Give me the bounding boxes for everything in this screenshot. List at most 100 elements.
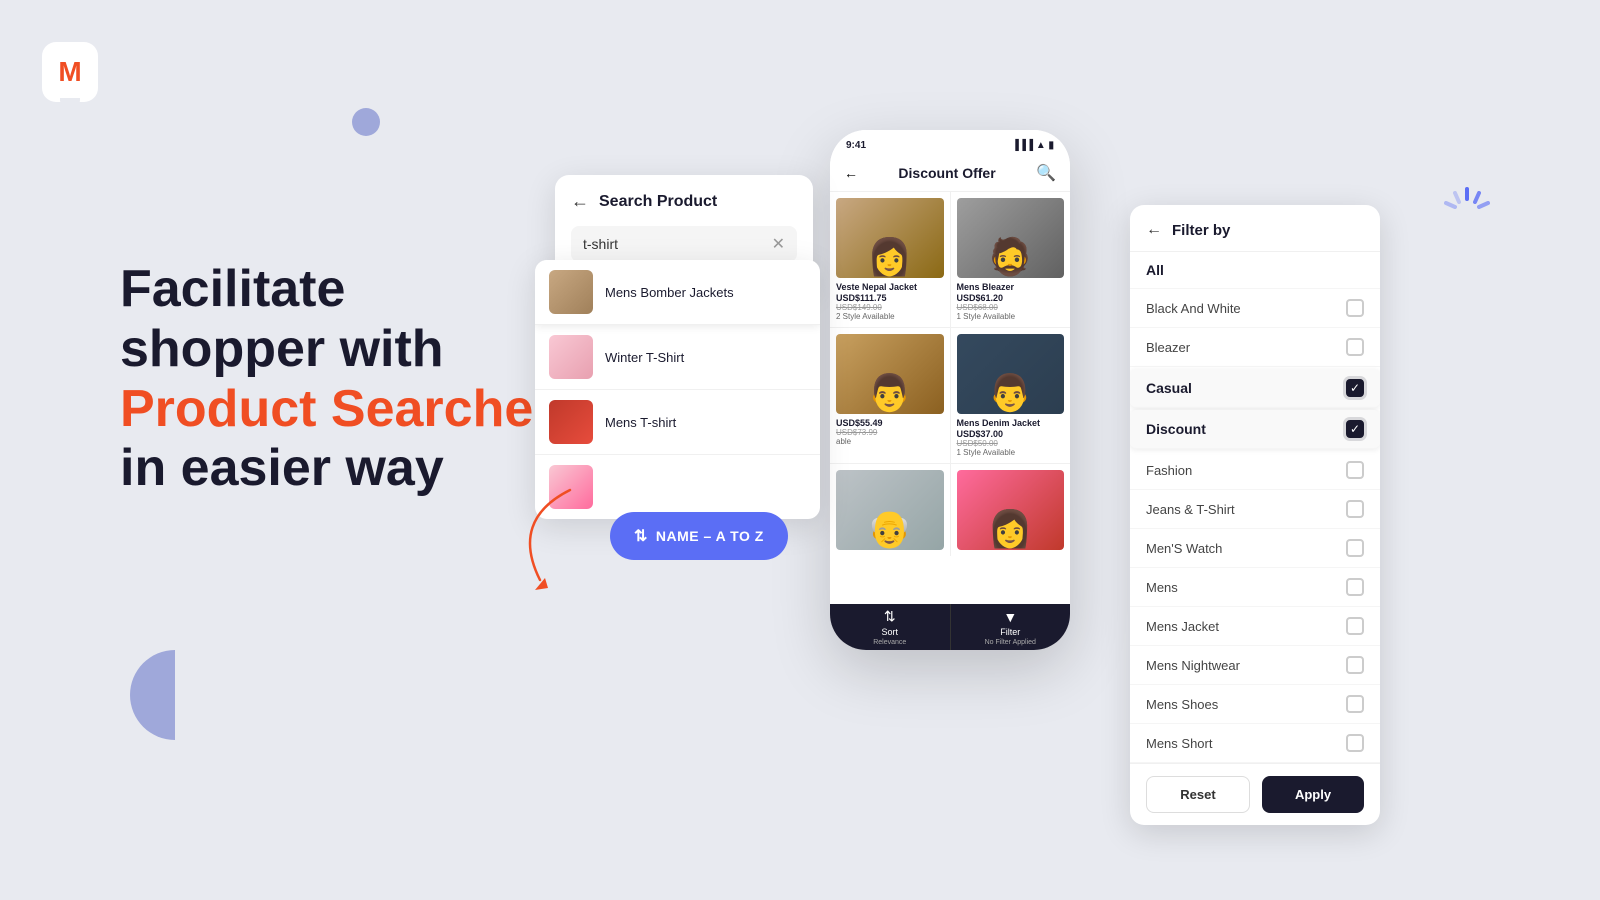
phone-product-card[interactable]: 👩 — [951, 464, 1071, 556]
phone-mockup: 9:41 ▐▐▐ ▲ ▮ ← Discount Offer 🔍 👩 Veste … — [830, 130, 1070, 650]
product-image: 👨 — [836, 334, 944, 414]
sort-badge[interactable]: ⇅ NAME – A TO Z — [610, 512, 788, 560]
hero-line2: shopper with — [120, 320, 600, 380]
filter-item[interactable]: Mens — [1130, 568, 1380, 607]
filter-actions: Reset Apply — [1130, 763, 1380, 825]
search-result-item[interactable]: Mens Bomber Jackets — [535, 260, 820, 325]
phone-back-icon[interactable]: ← — [844, 165, 858, 181]
phone-product-card[interactable]: 👨 USD$55.49 USD$73.99 able — [830, 328, 950, 463]
phone-notch — [900, 130, 1000, 154]
phone-product-price-old: USD$73.99 — [836, 428, 944, 437]
sort-icon: ⇅ — [634, 526, 648, 546]
filter-item[interactable]: Mens Nightwear — [1130, 646, 1380, 685]
phone-product-name: Mens Bleazer — [957, 282, 1065, 293]
filter-item-label: Jeans & T-Shirt — [1146, 502, 1235, 517]
phone-product-card[interactable]: 🧔 Mens Bleazer USD$61.20 USD$68.00 1 Sty… — [951, 192, 1071, 327]
filter-items-list: All Black And White Bleazer Casual ✓ Dis… — [1130, 252, 1380, 763]
product-image: 👩 — [957, 470, 1065, 550]
phone-product-price-old: USD$50.00 — [957, 439, 1065, 448]
filter-item-discount[interactable]: Discount ✓ — [1130, 410, 1380, 449]
filter-reset-button[interactable]: Reset — [1146, 776, 1250, 813]
phone-search-icon[interactable]: 🔍 — [1036, 163, 1056, 183]
filter-item-label: Black And White — [1146, 301, 1241, 316]
filter-checkbox[interactable] — [1346, 539, 1364, 557]
filter-checkbox[interactable] — [1346, 734, 1364, 752]
search-back-icon[interactable]: ← — [571, 191, 589, 212]
filter-item[interactable]: Men'S Watch — [1130, 529, 1380, 568]
search-result-item[interactable]: Mens T-shirt — [535, 390, 820, 455]
filter-item-label: Mens Nightwear — [1146, 658, 1240, 673]
product-image: 👩 — [836, 198, 944, 278]
filter-icon: ▼ — [1003, 609, 1017, 625]
phone-products-grid: 👩 Veste Nepal Jacket USD$111.75 USD$149.… — [830, 192, 1070, 556]
filter-item[interactable]: Mens Short — [1130, 724, 1380, 763]
filter-item-all[interactable]: All — [1130, 252, 1380, 289]
phone-signal: ▐▐▐ ▲ ▮ — [1012, 140, 1054, 151]
phone-filter-button[interactable]: ▼ Filter No Filter Applied — [951, 604, 1071, 650]
phone-product-price-old: USD$149.00 — [836, 303, 944, 312]
filter-panel: ← Filter by All Black And White Bleazer … — [1130, 205, 1380, 825]
decorative-circle-small — [352, 108, 380, 136]
filter-item[interactable]: Bleazer — [1130, 328, 1380, 367]
filter-checkbox[interactable] — [1346, 338, 1364, 356]
product-image: 🧔 — [957, 198, 1065, 278]
filter-item[interactable]: Mens Shoes — [1130, 685, 1380, 724]
phone-header-title: Discount Offer — [898, 165, 995, 181]
filter-checkbox-discount[interactable]: ✓ — [1346, 420, 1364, 438]
phone-product-card[interactable]: 👩 Veste Nepal Jacket USD$111.75 USD$149.… — [830, 192, 950, 327]
filter-item-label: Casual — [1146, 380, 1192, 396]
filter-checkbox[interactable] — [1346, 656, 1364, 674]
phone-product-card[interactable]: 👨 Mens Denim Jacket USD$37.00 USD$50.00 … — [951, 328, 1071, 463]
filter-sublabel: No Filter Applied — [985, 639, 1036, 646]
filter-checkbox[interactable] — [1346, 617, 1364, 635]
search-result-name: Mens T-shirt — [605, 415, 676, 430]
filter-checkbox[interactable] — [1346, 461, 1364, 479]
search-result-item[interactable]: Winter T-Shirt — [535, 325, 820, 390]
phone-product-price-new: USD$37.00 — [957, 429, 1065, 439]
search-result-img-bomber — [549, 270, 593, 314]
phone-sort-button[interactable]: ⇅ Sort Relevance — [830, 604, 950, 650]
filter-title: Filter by — [1172, 222, 1230, 239]
filter-item[interactable]: Mens Jacket — [1130, 607, 1380, 646]
phone-product-availability: 1 Style Available — [957, 448, 1065, 457]
filter-header: ← Filter by — [1130, 205, 1380, 252]
filter-apply-button[interactable]: Apply — [1262, 776, 1364, 813]
product-image: 👨 — [957, 334, 1065, 414]
filter-item-casual[interactable]: Casual ✓ — [1130, 369, 1380, 408]
filter-checkbox[interactable] — [1346, 500, 1364, 518]
phone-product-price-new: USD$61.20 — [957, 293, 1065, 303]
phone-product-name: Mens Denim Jacket — [957, 418, 1065, 429]
filter-item[interactable]: Jeans & T-Shirt — [1130, 490, 1380, 529]
hero-line1: Facilitate — [120, 260, 600, 320]
filter-item[interactable]: Black And White — [1130, 289, 1380, 328]
phone-product-card[interactable]: 👴 — [830, 464, 950, 556]
phone-product-name: Veste Nepal Jacket — [836, 282, 944, 293]
phone-app-header: ← Discount Offer 🔍 — [830, 155, 1070, 192]
search-panel-header: ← Search Product — [571, 191, 797, 212]
filter-checkbox[interactable] — [1346, 578, 1364, 596]
search-clear-icon[interactable]: ✕ — [772, 234, 785, 254]
filter-item-label: Mens Jacket — [1146, 619, 1219, 634]
curved-arrow-decoration — [490, 480, 620, 605]
logo-letter: M — [58, 56, 81, 88]
phone-product-availability: 1 Style Available — [957, 312, 1065, 321]
sort-sublabel: Relevance — [873, 639, 906, 646]
sort-label: NAME – A TO Z — [656, 528, 764, 544]
filter-item-label: Discount — [1146, 421, 1206, 437]
filter-checkbox-casual[interactable]: ✓ — [1346, 379, 1364, 397]
filter-item-label: Fashion — [1146, 463, 1192, 478]
hero-highlight: Product Searches — [120, 380, 600, 440]
search-result-img-winter — [549, 335, 593, 379]
filter-item-label: Bleazer — [1146, 340, 1190, 355]
filter-item-label: Mens Shoes — [1146, 697, 1218, 712]
filter-item-label: Mens — [1146, 580, 1178, 595]
sort-label: Sort — [881, 627, 898, 637]
product-image: 👴 — [836, 470, 944, 550]
filter-back-icon[interactable]: ← — [1146, 221, 1162, 239]
phone-product-price-new: USD$55.49 — [836, 418, 944, 428]
phone-product-price-new: USD$111.75 — [836, 293, 944, 303]
search-input-row[interactable]: t-shirt ✕ — [571, 226, 797, 262]
filter-item[interactable]: Fashion — [1130, 451, 1380, 490]
filter-checkbox[interactable] — [1346, 299, 1364, 317]
filter-checkbox[interactable] — [1346, 695, 1364, 713]
